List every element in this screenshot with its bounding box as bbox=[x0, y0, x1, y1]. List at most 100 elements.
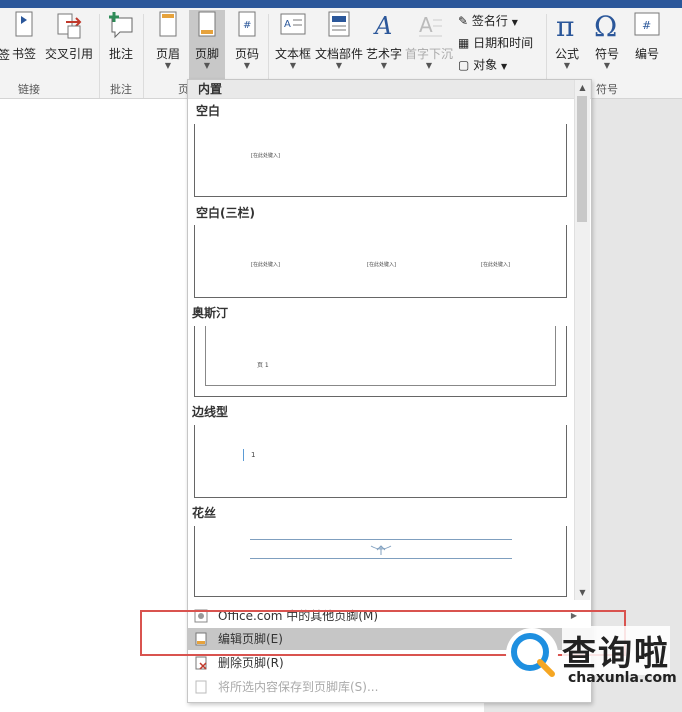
gallery-item-austin[interactable]: 页 1 bbox=[194, 326, 567, 397]
austin-frame bbox=[205, 326, 556, 386]
save-to-gallery-icon bbox=[195, 680, 207, 694]
chevron-down-icon: ▼ bbox=[511, 18, 518, 27]
pagenum-label: 页码 bbox=[234, 47, 259, 61]
group-symbols-label: 符号 bbox=[596, 83, 618, 96]
quickparts-button[interactable]: 文档部件 ▼ bbox=[315, 10, 363, 70]
gallery-item-blank-three-column[interactable]: [在此处键入] [在此处键入] [在此处键入] bbox=[194, 225, 567, 298]
crossref-button[interactable]: 交叉引用 bbox=[42, 10, 96, 62]
comment-label: 批注 bbox=[108, 47, 133, 61]
calendar-icon: ▦ bbox=[458, 36, 470, 50]
group-separator bbox=[143, 14, 144, 98]
gallery-header: 内置 bbox=[188, 80, 591, 99]
page-number-text: 1 bbox=[251, 451, 256, 459]
title-bar bbox=[0, 0, 682, 8]
filigree-bottom-line bbox=[250, 558, 512, 559]
gallery-item-filigree[interactable] bbox=[194, 526, 567, 597]
object-button[interactable]: ▢ 对象 ▼ bbox=[458, 56, 507, 73]
gallery-item-label: 空白 bbox=[196, 104, 221, 118]
header-icon bbox=[159, 11, 177, 37]
wordart-label: 艺术字 bbox=[366, 47, 403, 61]
datetime-label: 日期和时间 bbox=[473, 36, 534, 50]
signature-line-button[interactable]: ✎ 签名行 ▼ bbox=[458, 12, 518, 29]
chevron-down-icon: ▼ bbox=[603, 61, 611, 70]
gallery-item-label: 花丝 bbox=[192, 506, 217, 520]
symbol-button[interactable]: Ω 符号 ▼ bbox=[590, 10, 624, 70]
remove-footer-icon bbox=[195, 656, 207, 670]
gallery-scrollbar[interactable]: ▲ ▼ bbox=[574, 80, 590, 600]
watermark: 查询啦 chaxunla.com bbox=[500, 622, 680, 692]
bookmark-icon bbox=[15, 11, 33, 37]
chevron-down-icon: ▼ bbox=[335, 61, 343, 70]
scroll-down-icon[interactable]: ▼ bbox=[575, 585, 590, 600]
pagenum-button[interactable]: # 页码 ▼ bbox=[230, 10, 264, 70]
wordart-button[interactable]: A 艺术字 ▼ bbox=[366, 10, 402, 70]
object-icon: ▢ bbox=[458, 58, 470, 72]
placeholder-text: [在此处键入] bbox=[251, 262, 280, 268]
watermark-title: 查询啦 bbox=[562, 626, 670, 675]
comment-icon bbox=[109, 12, 133, 39]
sideline-bar bbox=[243, 449, 244, 461]
quickparts-icon bbox=[328, 11, 350, 37]
textbox-icon: A bbox=[280, 13, 306, 35]
watermark-url: chaxunla.com bbox=[568, 670, 677, 686]
footer-icon bbox=[198, 11, 216, 37]
chevron-down-icon: ▼ bbox=[501, 62, 508, 71]
signature-label: 签名行 bbox=[471, 14, 508, 28]
svg-text:A: A bbox=[284, 19, 291, 30]
omega-icon: Ω bbox=[594, 10, 617, 43]
scroll-up-icon[interactable]: ▲ bbox=[575, 80, 590, 95]
footer-button[interactable]: 页脚 ▼ bbox=[189, 10, 225, 80]
dropcap-button[interactable]: A 首字下沉 ▼ bbox=[404, 10, 454, 70]
svg-text:#: # bbox=[642, 19, 651, 32]
watermark-logo-icon bbox=[506, 628, 558, 680]
group-links-label: 链接 bbox=[18, 83, 40, 96]
svg-text:A: A bbox=[419, 13, 433, 37]
chevron-down-icon: ▼ bbox=[203, 61, 211, 70]
group-comments-label: 批注 bbox=[110, 83, 132, 96]
gallery-item-label: 奥斯汀 bbox=[192, 306, 229, 320]
comment-button[interactable]: 批注 bbox=[104, 10, 138, 62]
gallery-item-label: 边线型 bbox=[192, 405, 229, 419]
chevron-down-icon: ▼ bbox=[563, 61, 571, 70]
wordart-icon: A bbox=[373, 12, 392, 40]
placeholder-text: [在此处键入] bbox=[251, 153, 280, 159]
gallery-item-blank[interactable]: [在此处键入] bbox=[194, 124, 567, 197]
object-label: 对象 bbox=[473, 58, 498, 72]
chevron-down-icon: ▼ bbox=[289, 61, 297, 70]
svg-text:Ω: Ω bbox=[594, 10, 617, 40]
chevron-down-icon: ▼ bbox=[243, 61, 251, 70]
dropcap-label: 首字下沉 bbox=[404, 47, 453, 61]
number-label: 编号 bbox=[634, 47, 659, 61]
menu-save-to-gallery-label: 将所选内容保存到页脚库(S)... bbox=[218, 680, 379, 694]
footer-label: 页脚 bbox=[194, 47, 219, 61]
svg-text:π: π bbox=[556, 10, 574, 40]
filigree-top-line bbox=[250, 539, 512, 540]
signature-icon: ✎ bbox=[458, 14, 469, 28]
quickparts-label: 文档部件 bbox=[315, 47, 364, 61]
dropcap-icon: A bbox=[419, 13, 442, 37]
chevron-down-icon: ▼ bbox=[425, 61, 433, 70]
svg-text:#: # bbox=[243, 20, 251, 31]
page-number-text: 页 1 bbox=[257, 362, 269, 369]
gallery-item-label: 空白(三栏) bbox=[196, 206, 255, 220]
number-button[interactable]: # 编号 bbox=[630, 10, 664, 62]
page-number-icon: # bbox=[238, 11, 256, 37]
gallery-item-sideline[interactable]: 1 bbox=[194, 425, 567, 498]
datetime-button[interactable]: ▦ 日期和时间 bbox=[458, 34, 533, 51]
pi-icon: π bbox=[556, 10, 574, 43]
bookmark-button[interactable]: 书签 bbox=[8, 10, 40, 62]
chevron-down-icon: ▼ bbox=[380, 61, 388, 70]
equation-button[interactable]: π 公式 ▼ bbox=[550, 10, 584, 70]
crossref-label: 交叉引用 bbox=[44, 47, 93, 61]
equation-label: 公式 bbox=[554, 47, 579, 61]
scroll-thumb[interactable] bbox=[577, 96, 587, 222]
filigree-ornament-icon bbox=[370, 545, 392, 555]
placeholder-text: [在此处键入] bbox=[367, 262, 396, 268]
symbol-label: 符号 bbox=[594, 47, 619, 61]
crossref-icon bbox=[57, 13, 82, 39]
textbox-button[interactable]: A 文本框 ▼ bbox=[274, 10, 312, 70]
group-separator bbox=[99, 14, 100, 98]
header-button[interactable]: 页眉 ▼ bbox=[151, 10, 185, 70]
textbox-label: 文本框 bbox=[274, 47, 311, 61]
svg-text:A: A bbox=[373, 12, 392, 40]
